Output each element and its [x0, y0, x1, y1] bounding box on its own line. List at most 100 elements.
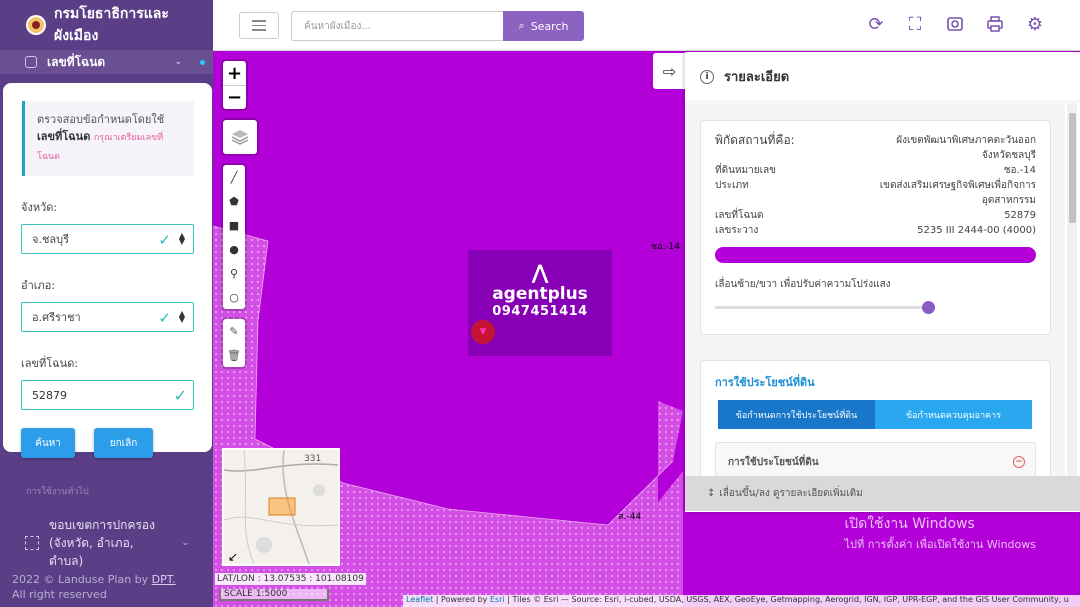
- brand[interactable]: กรมโยธาธิการและผังเมือง: [0, 0, 213, 50]
- copyright: 2022 © Landuse Plan by DPT. All right re…: [12, 573, 176, 601]
- collapse-minus-icon[interactable]: −: [1013, 456, 1025, 468]
- landuse-heading: การใช้ประโยชน์ที่ดิน: [715, 376, 815, 389]
- search-icon: ⌕: [518, 19, 525, 32]
- tab-building-control[interactable]: ข้อกำหนดควบคุมอาคาร: [875, 400, 1032, 429]
- minimap-collapse-icon[interactable]: ↙: [228, 550, 238, 564]
- notice-text: ตรวจสอบข้อกำหนดโดยใช้: [37, 113, 165, 126]
- detail-header: i รายละเอียด: [685, 52, 1080, 102]
- admin-item-line2: (จังหวัด, อำเภอ, ตำบล): [48, 536, 134, 568]
- landuse-accordion[interactable]: การใช้ประโยชน์ที่ดิน −: [715, 442, 1036, 476]
- esri-link[interactable]: Esri: [490, 595, 505, 604]
- cancel-button[interactable]: ยกเลิก: [94, 428, 153, 458]
- province-value: จ.ชลบุรี: [32, 233, 70, 246]
- parcel-label-bottom: ส.-44: [618, 512, 642, 522]
- district-select[interactable]: อ.ศรีราชา ✓ ▲ ▼: [21, 302, 194, 332]
- topbar: ค้นหาผังเมือง... ⌕ Search ⟳ ⛶ ⚙: [213, 0, 1080, 51]
- location-marker-icon[interactable]: ▼: [471, 320, 495, 344]
- dpt-link[interactable]: DPT.: [152, 573, 176, 586]
- department-logo: [26, 15, 46, 35]
- search-button[interactable]: ค้นหา: [21, 428, 75, 458]
- opacity-slider-label: เลื่อนซ้าย/ขวา เพื่อปรับค่าความโปร่งแสง: [715, 279, 891, 290]
- print-icon[interactable]: [985, 15, 1005, 35]
- zoom-control: + −: [223, 61, 246, 109]
- detail-row: เลขระวาง 5235 III 2444-00 (4000): [715, 225, 1036, 236]
- notice-bold: เลขที่โฉนด: [37, 130, 91, 143]
- province-select[interactable]: จ.ชลบุรี ✓ ▲ ▼: [21, 224, 194, 254]
- search-submit-button[interactable]: ⌕ Search: [503, 11, 584, 41]
- check-icon: ✓: [158, 231, 171, 249]
- minimap-road-label: 331: [304, 454, 322, 464]
- search-button-label: Search: [530, 19, 569, 33]
- arrow-right-icon: ⇨: [662, 61, 677, 81]
- agentplus-logo-icon: ⋀: [531, 260, 549, 284]
- draw-circlemarker-icon[interactable]: ○: [223, 285, 245, 309]
- refresh-icon[interactable]: ⟳: [866, 15, 886, 35]
- fullscreen-icon[interactable]: ⛶: [905, 15, 925, 35]
- detail-scrollbar[interactable]: [1067, 103, 1077, 476]
- opacity-slider[interactable]: [715, 301, 1036, 314]
- check-icon: ✓: [158, 309, 171, 327]
- vertical-resize-icon: ↕: [707, 488, 716, 499]
- check-icon: ✓: [173, 386, 187, 405]
- tab-landuse-rules[interactable]: ข้อกำหนดการใช้ประโยชน์ที่ดิน: [718, 400, 875, 429]
- info-icon: i: [700, 69, 714, 84]
- watermark-phone: 0947451414: [492, 304, 588, 319]
- detail-drag-handle[interactable]: ↕ เลื่อนขึ้น/ลง ดูรายละเอียดเพิ่มเติม: [685, 476, 1080, 511]
- deed-number-input[interactable]: 52879 ✓: [21, 380, 194, 410]
- draw-polygon-icon[interactable]: ⬟: [223, 189, 245, 213]
- edit-toolbar: ✎ 🗑: [223, 319, 245, 367]
- layers-icon: [231, 130, 249, 145]
- menu-item-admin-boundary[interactable]: ขอบเขตการปกครอง (จังหวัด, อำเภอ, ตำบล) ⌄: [25, 516, 213, 570]
- zoom-in-button[interactable]: +: [223, 61, 246, 85]
- active-dot: [200, 59, 205, 65]
- detail-body[interactable]: พิกัดสถานที่คือ: ผังเขตพัฒนาพิเศษภาคตะวั…: [685, 103, 1065, 476]
- admin-item-line1: ขอบเขตการปกครอง: [48, 518, 155, 532]
- app-title: กรมโยธาธิการและผังเมือง: [53, 6, 169, 44]
- leaflet-link[interactable]: Leaflet: [406, 595, 433, 604]
- detail-row: พิกัดสถานที่คือ: ผังเขตพัฒนาพิเศษภาคตะวั…: [715, 133, 1036, 161]
- detail-panel: i รายละเอียด พิกัดสถานที่คือ: ผังเขตพัฒน…: [685, 52, 1080, 512]
- delete-icon[interactable]: 🗑: [223, 343, 245, 367]
- detail-row: เลขที่โฉนด 52879: [715, 210, 1036, 221]
- windows-activation-watermark: เปิดใช้งาน Windows ไปที่ การตั้งค่า เพื่…: [844, 516, 1036, 551]
- layers-button[interactable]: [223, 120, 257, 154]
- edit-icon[interactable]: ✎: [223, 319, 245, 343]
- minimap[interactable]: 331 ↙: [222, 448, 340, 566]
- gear-icon[interactable]: ⚙: [1025, 15, 1045, 35]
- district-label: อำเภอ:: [21, 279, 56, 292]
- search-input[interactable]: ค้นหาผังเมือง...: [291, 11, 504, 41]
- draw-marker-icon[interactable]: ⚲: [223, 261, 245, 285]
- detail-title: รายละเอียด: [724, 70, 790, 85]
- menu-toggle-button[interactable]: [239, 12, 279, 39]
- zoom-out-button[interactable]: −: [223, 85, 246, 109]
- watermark-brand: agentplus: [492, 284, 588, 304]
- landuse-tabs: ข้อกำหนดการใช้ประโยชน์ที่ดิน ข้อกำหนดควบ…: [718, 400, 1036, 429]
- select-arrows-icon: ▲ ▼: [178, 231, 185, 246]
- province-label: จังหวัด:: [21, 201, 58, 214]
- detail-row: ที่ดินหมายเลข ชอ.-14: [715, 165, 1036, 176]
- chevron-down-icon: ⌄: [174, 57, 182, 67]
- zone-color-bar: [715, 247, 1036, 263]
- draw-rectangle-icon[interactable]: ■: [223, 213, 245, 237]
- deed-value: 52879: [32, 388, 67, 402]
- collapse-detail-button[interactable]: ⇨: [653, 53, 686, 89]
- parcel-label-top: ชอ.-14: [651, 242, 681, 252]
- district-value: อ.ศรีราชา: [32, 311, 81, 324]
- chevron-down-icon: ⌄: [181, 538, 189, 548]
- draw-circle-icon[interactable]: ●: [223, 237, 245, 261]
- scale-readout: SCALE 1:5000: [219, 589, 329, 601]
- screenshot-icon[interactable]: [945, 15, 965, 35]
- slider-handle[interactable]: [922, 301, 935, 314]
- boundary-icon: [25, 536, 39, 550]
- draw-polyline-icon[interactable]: ╱: [223, 165, 245, 189]
- sidebar: กรมโยธาธิการและผังเมือง เลขที่โฉนด ⌄ ตรว…: [0, 0, 213, 607]
- deed-icon: [25, 56, 37, 68]
- deed-label: เลขที่โฉนด:: [21, 357, 79, 370]
- deed-search-panel: ตรวจสอบข้อกำหนดโดยใช้ เลขที่โฉนด กรุณาเต…: [3, 83, 212, 458]
- notice-box: ตรวจสอบข้อกำหนดโดยใช้ เลขที่โฉนด กรุณาเต…: [22, 101, 194, 176]
- menu-item-deed[interactable]: เลขที่โฉนด ⌄: [0, 50, 213, 74]
- draw-toolbar: ╱ ⬟ ■ ● ⚲ ○: [223, 165, 245, 309]
- landuse-card: การใช้ประโยชน์ที่ดิน ข้อกำหนดการใช้ประโย…: [700, 360, 1051, 476]
- map-attribution: Leaflet | Powered by Esri | Tiles © Esri…: [403, 595, 1080, 607]
- location-card: พิกัดสถานที่คือ: ผังเขตพัฒนาพิเศษภาคตะวั…: [700, 120, 1051, 335]
